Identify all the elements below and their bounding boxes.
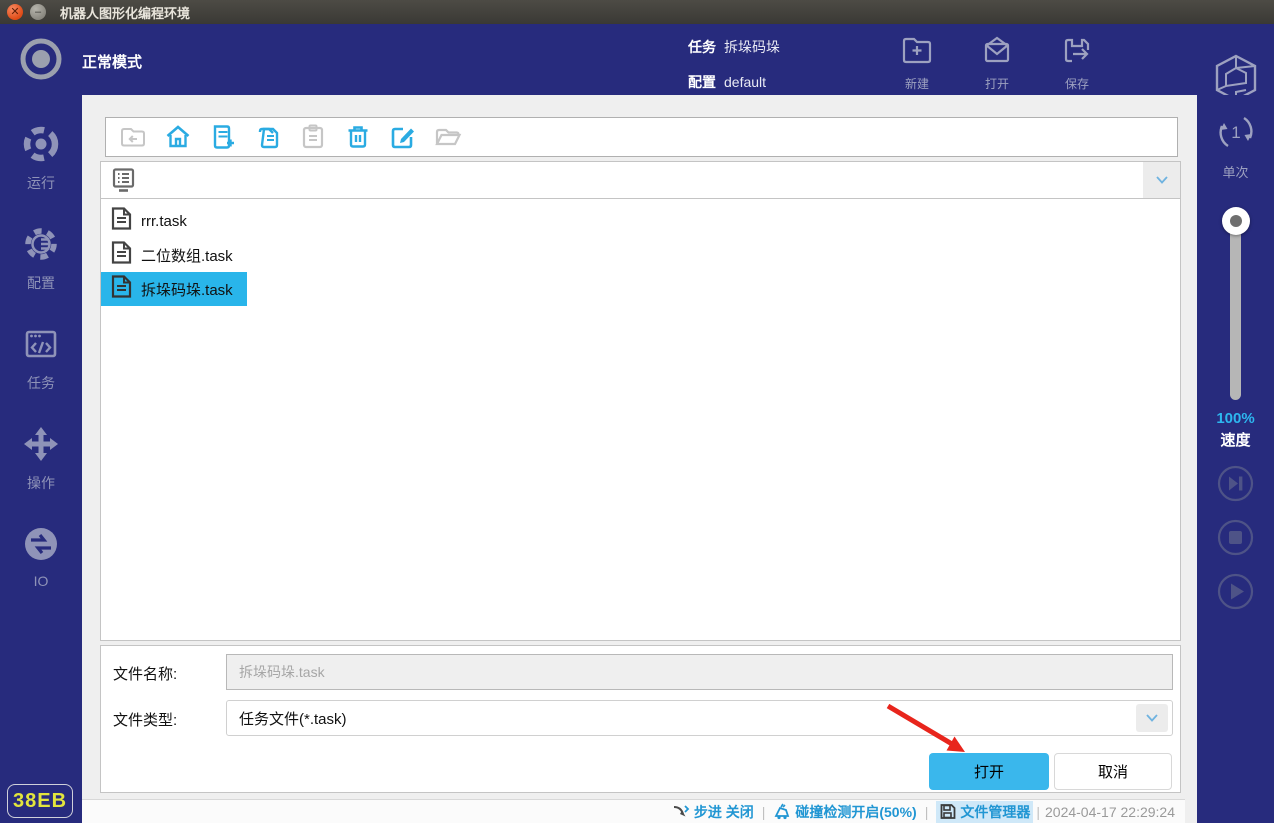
separator: |: [761, 803, 766, 820]
save-task-button[interactable]: 保存: [1047, 32, 1107, 92]
file-name: 二位数组.task: [141, 247, 233, 265]
right-sidebar: 1 单次 100% 速度: [1197, 95, 1274, 823]
delete-button[interactable]: [343, 122, 373, 152]
open-button[interactable]: 打开: [929, 753, 1049, 790]
open-envelope-icon: [979, 36, 1015, 72]
file-manager-button[interactable]: 文件管理器: [936, 800, 1034, 823]
header: 正常模式 任务 拆垛码垛 配置 default 新建 打开 保存: [0, 24, 1274, 102]
file-dialog-form: 文件名称: 文件类型: 任务文件(*.task) 打开 取消: [100, 645, 1181, 793]
file-document-icon: [111, 207, 132, 235]
sidebar-item-config[interactable]: 配置: [0, 223, 82, 293]
file-name-label: 文件名称:: [113, 666, 178, 683]
sidebar-item-operate[interactable]: 操作: [0, 423, 82, 493]
file-name: rrr.task: [141, 212, 187, 230]
status-timestamp: 2024-04-17 22:29:24: [1045, 803, 1175, 820]
move-arrows-icon: [20, 427, 62, 469]
task-info: 任务 拆垛码垛: [688, 37, 780, 57]
file-dialog: rrr.task 二位数组.task 拆垛码垛.task 文件名称: 文件类型:: [82, 95, 1197, 823]
step-mode-toggle[interactable]: 步进 关闭: [672, 802, 754, 822]
sidebar-item-io[interactable]: IO: [0, 523, 82, 589]
stop-button[interactable]: [1217, 519, 1254, 556]
sidebar-item-task[interactable]: 任务: [0, 323, 82, 393]
window-title: 机器人图形化编程环境: [60, 5, 191, 21]
file-manager-icon: [940, 804, 956, 819]
file-type-label: 文件类型:: [113, 712, 178, 729]
config-value: default: [724, 74, 767, 90]
sidebar-item-label: 配置: [27, 275, 55, 291]
computer-icon: [110, 167, 137, 199]
step-status-text: 步进 关闭: [693, 803, 754, 820]
open-task-label: 打开: [984, 77, 1009, 91]
open-task-button[interactable]: 打开: [967, 32, 1027, 92]
collision-icon: [774, 803, 790, 820]
speed-slider-handle[interactable]: [1222, 207, 1250, 235]
save-floppy-icon: [1059, 38, 1095, 72]
new-task-label: 新建: [904, 77, 929, 91]
open-folder-button[interactable]: [433, 122, 463, 152]
paste-button[interactable]: [298, 122, 328, 152]
file-name: 拆垛码垛.task: [141, 281, 233, 299]
single-cycle-icon: 1: [1213, 116, 1259, 159]
close-icon[interactable]: ✕: [7, 4, 23, 20]
file-manager-text: 文件管理器: [960, 803, 1031, 820]
code-window-icon: [20, 330, 62, 369]
status-bar: 步进 关闭 | 碰撞检测开启(50%) | 文件管理器 | 2024-04-17…: [82, 799, 1185, 823]
new-file-button[interactable]: [208, 122, 238, 152]
config-info: 配置 default: [688, 72, 766, 92]
file-document-icon: [111, 275, 132, 303]
back-button[interactable]: [118, 122, 148, 152]
chevron-down-icon[interactable]: [1136, 704, 1168, 732]
chevron-down-icon[interactable]: [1143, 162, 1180, 198]
single-run-mode-button[interactable]: 1 单次: [1197, 109, 1274, 181]
file-row[interactable]: rrr.task: [101, 204, 201, 238]
location-combobox[interactable]: [100, 161, 1181, 199]
mode-label: 正常模式: [82, 54, 143, 71]
step-forward-button[interactable]: [1217, 465, 1254, 502]
sidebar-item-label: 操作: [27, 475, 55, 491]
app-window: ✕ – 机器人图形化编程环境 正常模式 任务 拆垛码垛 配置 default 新建: [0, 0, 1274, 823]
collision-status-text: 碰撞检测开启(50%): [795, 803, 917, 820]
titlebar: ✕ – 机器人图形化编程环境: [0, 0, 1274, 24]
task-value: 拆垛码垛: [724, 39, 780, 55]
svg-text:1: 1: [1231, 123, 1240, 142]
collision-detect-toggle[interactable]: 碰撞检测开启(50%): [773, 802, 917, 822]
gear-icon: [20, 228, 62, 269]
file-type-value: 任务文件(*.task): [239, 710, 347, 728]
speed-slider[interactable]: [1230, 217, 1241, 400]
status-code-badge: 38EB: [7, 784, 73, 818]
sidebar-item-label: 运行: [27, 175, 55, 191]
io-swap-icon: [20, 528, 62, 569]
save-task-label: 保存: [1064, 77, 1089, 91]
separator: |: [924, 803, 929, 820]
sidebar-item-run[interactable]: 运行: [0, 123, 82, 193]
left-sidebar: 运行 配置 任务 操作 IO 38EB: [0, 95, 82, 823]
step-arrow-icon: [673, 804, 690, 816]
file-name-input[interactable]: [226, 654, 1173, 690]
separator: |: [1036, 803, 1040, 820]
new-folder-icon: [899, 37, 935, 72]
file-type-select[interactable]: 任务文件(*.task): [226, 700, 1173, 736]
speed-label: 速度: [1220, 432, 1251, 449]
sidebar-item-label: 任务: [27, 375, 55, 391]
config-label: 配置: [688, 74, 716, 90]
file-document-icon: [111, 241, 132, 269]
cancel-button[interactable]: 取消: [1054, 753, 1172, 790]
rename-button[interactable]: [388, 122, 418, 152]
minimize-icon[interactable]: –: [30, 4, 46, 20]
new-task-button[interactable]: 新建: [887, 32, 947, 92]
home-button[interactable]: [163, 122, 193, 152]
copy-button[interactable]: [253, 122, 283, 152]
sidebar-item-label: IO: [33, 573, 49, 589]
single-run-label: 单次: [1222, 165, 1249, 180]
file-row-selected[interactable]: 拆垛码垛.task: [101, 272, 247, 306]
play-button[interactable]: [1217, 573, 1254, 610]
mode-indicator-icon: [18, 36, 64, 87]
file-list: rrr.task 二位数组.task 拆垛码垛.task: [100, 199, 1181, 641]
file-dialog-toolbar: [105, 117, 1178, 157]
speed-percent: 100%: [1216, 410, 1255, 427]
file-row[interactable]: 二位数组.task: [101, 238, 247, 272]
task-label: 任务: [688, 39, 716, 55]
run-icon: [20, 126, 62, 169]
